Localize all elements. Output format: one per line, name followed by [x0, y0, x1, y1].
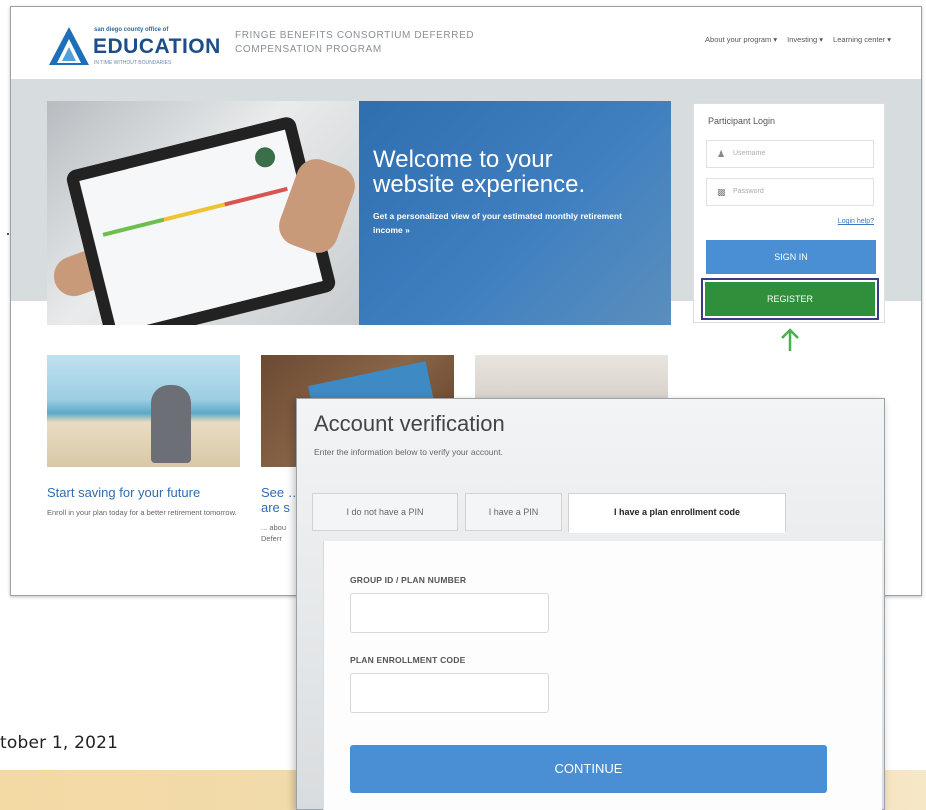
logo-tagline: IN TIME WITHOUT BOUNDARIES [94, 60, 172, 66]
password-field[interactable]: ▩ Password [706, 178, 874, 206]
login-title: Participant Login [708, 116, 776, 126]
top-nav: About your program ▾ Investing ▾ Learnin… [705, 35, 891, 44]
logo-small-text: san diego county office of [94, 27, 169, 33]
date-text: tober 1, 2021 [0, 733, 119, 753]
modal-title: Account verification [314, 411, 505, 436]
card-start-saving[interactable]: Start saving for your future Enroll in y… [47, 355, 240, 518]
register-button[interactable]: REGISTER [705, 282, 875, 316]
username-field[interactable]: ♟ Username [706, 140, 874, 168]
group-id-input[interactable] [350, 593, 549, 633]
tablet-score-dot [252, 145, 278, 170]
tab-no-pin[interactable]: I do not have a PIN [312, 493, 458, 531]
up-arrow-icon [781, 328, 799, 351]
hero-tablet-image [47, 101, 359, 325]
participant-login-card: Participant Login ♟ Username ▩ Password … [693, 103, 885, 323]
account-verification-modal: Account verification Enter the informati… [296, 398, 885, 810]
card-text: ... abou Deferr [261, 523, 287, 543]
lock-icon: ▩ [717, 187, 726, 197]
couple-figure [151, 385, 191, 463]
card-text: Enroll in your plan today for a better r… [47, 508, 237, 517]
user-icon: ♟ [717, 149, 726, 159]
nav-investing[interactable]: Investing ▾ [787, 35, 823, 44]
margin-dot [7, 233, 9, 235]
login-help-link[interactable]: Login help? [838, 218, 874, 225]
site-logo[interactable]: san diego county office of EDUCATION IN … [47, 25, 237, 71]
logo-triangle-icon [49, 27, 89, 65]
enrollment-code-input[interactable] [350, 673, 549, 713]
group-id-label: GROUP ID / PLAN NUMBER [350, 575, 467, 585]
modal-subtitle: Enter the information below to verify yo… [314, 447, 503, 457]
beach-couple-image [47, 355, 240, 467]
card-title[interactable]: See … are s [261, 485, 301, 515]
program-name: FRINGE BENEFITS CONSORTIUM DEFERRED COMP… [235, 30, 475, 55]
card-title[interactable]: Start saving for your future [47, 485, 240, 500]
tab-enrollment-code[interactable]: I have a plan enrollment code [568, 493, 786, 533]
register-button-highlight: REGISTER [701, 278, 879, 320]
hero-panel[interactable]: Welcome to your website experience. Get … [359, 101, 671, 325]
tab-have-pin[interactable]: I have a PIN [465, 493, 562, 531]
logo-main-text: EDUCATION [93, 35, 221, 58]
tablet-progress-bar [102, 186, 288, 237]
sign-in-button[interactable]: SIGN IN [706, 240, 876, 274]
continue-button[interactable]: CONTINUE [350, 745, 827, 793]
username-placeholder: Username [733, 150, 766, 157]
password-placeholder: Password [733, 188, 764, 195]
enrollment-code-label: PLAN ENROLLMENT CODE [350, 655, 466, 665]
hero-title: Welcome to your website experience. [373, 146, 586, 198]
hero-link[interactable]: Get a personalized view of your estimate… [373, 209, 653, 237]
nav-about-program[interactable]: About your program ▾ [705, 35, 777, 44]
enrollment-code-panel: GROUP ID / PLAN NUMBER PLAN ENROLLMENT C… [323, 541, 882, 810]
nav-learning-center[interactable]: Learning center ▾ [833, 35, 891, 44]
site-header: san diego county office of EDUCATION IN … [11, 7, 921, 79]
